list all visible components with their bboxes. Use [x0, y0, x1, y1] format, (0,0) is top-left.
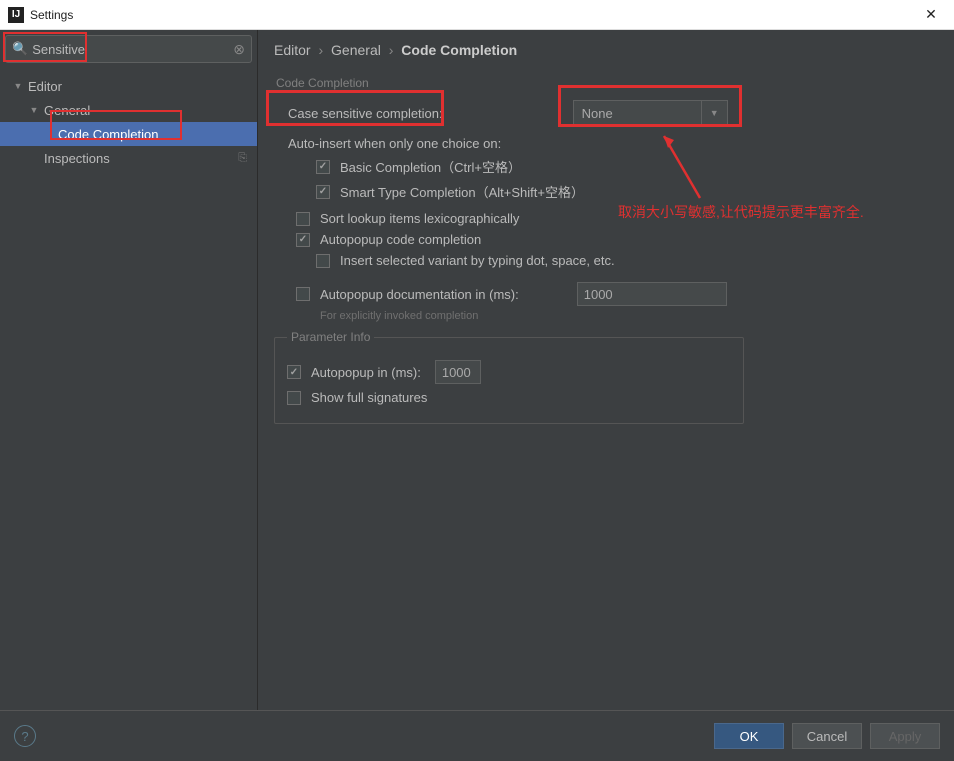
chevron-right-icon: ›: [318, 42, 323, 58]
auto-insert-label: Auto-insert when only one choice on:: [288, 136, 501, 151]
copy-icon: ⎘: [238, 152, 247, 165]
tree-editor[interactable]: ▼ Editor: [0, 74, 257, 98]
autopopup-code-label: Autopopup code completion: [320, 232, 481, 247]
insert-variant-checkbox[interactable]: [316, 254, 330, 268]
breadcrumb: Editor › General › Code Completion: [274, 42, 934, 58]
search-wrap: 🔍 ⊗: [0, 30, 257, 68]
section-header: Code Completion: [274, 76, 934, 90]
insert-variant-label: Insert selected variant by typing dot, s…: [340, 253, 615, 268]
autopopup-in-row: Autopopup in (ms):: [287, 360, 731, 384]
smart-completion-checkbox[interactable]: [316, 185, 330, 199]
breadcrumb-part: Editor: [274, 42, 311, 58]
chevron-down-icon: ▼: [12, 81, 24, 91]
footer-buttons: OK Cancel Apply: [714, 723, 940, 749]
parameter-info-group: Parameter Info Autopopup in (ms): Show f…: [274, 330, 744, 424]
basic-completion-row: Basic Completion（Ctrl+空格）: [274, 157, 934, 176]
autopopup-doc-label: Autopopup documentation in (ms):: [320, 287, 519, 302]
tree-code-completion[interactable]: Code Completion: [0, 122, 257, 146]
autopopup-code-row: Autopopup code completion: [274, 232, 934, 247]
search-input[interactable]: [32, 42, 233, 57]
settings-tree: ▼ Editor ▼ General Code Completion Inspe…: [0, 68, 257, 170]
sort-lookup-checkbox[interactable]: [296, 212, 310, 226]
window-title: Settings: [30, 8, 916, 22]
doc-hint: For explicitly invoked completion: [274, 310, 934, 322]
main-area: 🔍 ⊗ ▼ Editor ▼ General Code Completion I…: [0, 30, 954, 710]
autopopup-code-checkbox[interactable]: [296, 233, 310, 247]
tree-label: Inspections: [44, 151, 110, 166]
sort-lookup-label: Sort lookup items lexicographically: [320, 211, 519, 226]
insert-variant-row: Insert selected variant by typing dot, s…: [274, 253, 934, 268]
case-sensitive-dropdown[interactable]: None ▼: [573, 100, 728, 126]
chevron-right-icon: ›: [389, 42, 394, 58]
autopopup-in-input[interactable]: [435, 360, 481, 384]
clear-icon[interactable]: ⊗: [233, 41, 245, 58]
smart-completion-row: Smart Type Completion（Alt+Shift+空格）: [274, 182, 934, 201]
autopopup-in-label: Autopopup in (ms):: [311, 365, 421, 380]
search-icon: 🔍: [12, 41, 28, 57]
sidebar: 🔍 ⊗ ▼ Editor ▼ General Code Completion I…: [0, 30, 258, 710]
help-icon[interactable]: ?: [14, 725, 36, 747]
breadcrumb-part: General: [331, 42, 381, 58]
tree-label: Editor: [28, 79, 62, 94]
case-sensitive-label: Case sensitive completion:: [288, 106, 443, 121]
annotation-text: 取消大小写敏感,让代码提示更丰富齐全.: [618, 202, 864, 222]
show-full-sig-label: Show full signatures: [311, 390, 427, 405]
app-icon: IJ: [8, 7, 24, 23]
tree-label: Code Completion: [58, 127, 158, 142]
breadcrumb-current: Code Completion: [401, 42, 517, 58]
search-box[interactable]: 🔍 ⊗: [5, 35, 252, 63]
show-full-sig-checkbox[interactable]: [287, 391, 301, 405]
show-full-sig-row: Show full signatures: [287, 390, 731, 405]
apply-button[interactable]: Apply: [870, 723, 940, 749]
autopopup-doc-input[interactable]: [577, 282, 727, 306]
dropdown-value: None: [582, 106, 613, 121]
chevron-down-icon: ▼: [701, 101, 719, 125]
chevron-down-icon: ▼: [28, 105, 40, 115]
titlebar: IJ Settings ✕: [0, 0, 954, 30]
basic-completion-checkbox[interactable]: [316, 160, 330, 174]
parameter-info-legend: Parameter Info: [287, 330, 374, 344]
tree-inspections[interactable]: Inspections ⎘: [0, 146, 257, 170]
auto-insert-label-row: Auto-insert when only one choice on:: [274, 136, 934, 151]
tree-general[interactable]: ▼ General: [0, 98, 257, 122]
ok-button[interactable]: OK: [714, 723, 784, 749]
smart-completion-label: Smart Type Completion（Alt+Shift+空格）: [340, 182, 584, 201]
tree-label: General: [44, 103, 90, 118]
case-sensitive-row: Case sensitive completion: None ▼: [274, 100, 934, 126]
cancel-button[interactable]: Cancel: [792, 723, 862, 749]
autopopup-doc-checkbox[interactable]: [296, 287, 310, 301]
basic-completion-label: Basic Completion（Ctrl+空格）: [340, 157, 521, 176]
autopopup-in-checkbox[interactable]: [287, 365, 301, 379]
dialog-footer: ? OK Cancel Apply: [0, 710, 954, 761]
autopopup-doc-row: Autopopup documentation in (ms):: [274, 282, 934, 306]
content-panel: Editor › General › Code Completion Code …: [258, 30, 954, 710]
close-icon[interactable]: ✕: [916, 6, 946, 23]
